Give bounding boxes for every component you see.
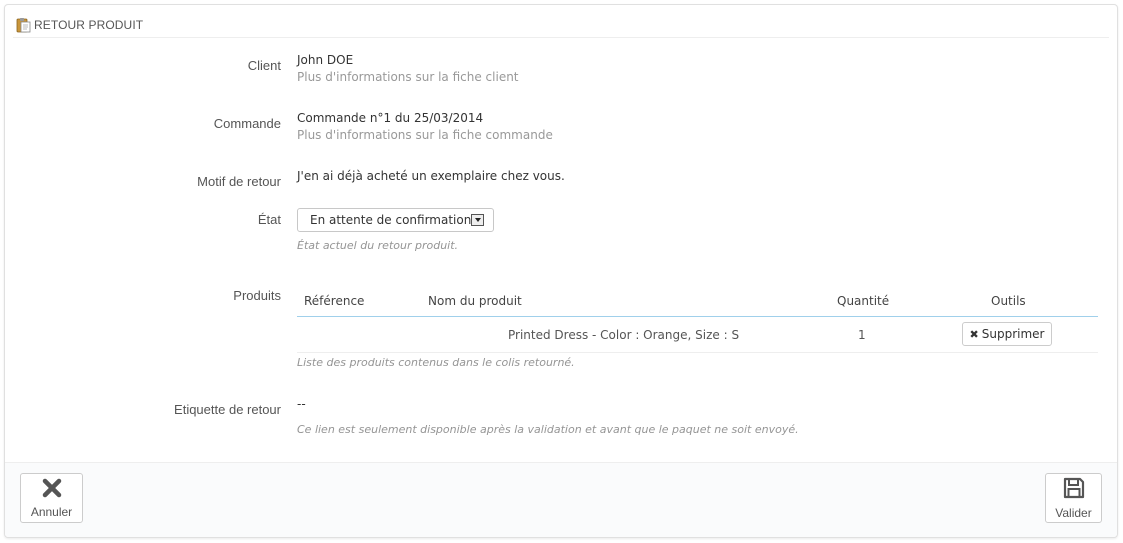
panel-title: RETOUR PRODUIT	[34, 18, 144, 32]
reason-value: J'en ai déjà acheté un exemplaire chez v…	[297, 169, 565, 183]
close-icon	[41, 477, 63, 502]
column-header-product-name: Nom du produit	[428, 294, 522, 308]
panel-heading: RETOUR PRODUIT	[13, 13, 1109, 38]
order-details-link[interactable]: Plus d'informations sur la fiche command…	[297, 128, 553, 142]
products-table-header: Référence Nom du produit Quantité Outils	[297, 288, 1098, 317]
chevron-down-icon	[471, 214, 484, 226]
return-label-value: --	[297, 397, 306, 411]
status-select[interactable]: En attente de confirmation	[297, 208, 494, 232]
client-label: Client	[247, 58, 281, 73]
product-quantity: 1	[858, 328, 866, 342]
delete-button-label: Supprimer	[981, 327, 1045, 341]
close-icon: ✖	[969, 327, 979, 341]
client-details-link[interactable]: Plus d'informations sur la fiche client	[297, 70, 519, 84]
save-button[interactable]: Valider	[1045, 473, 1102, 523]
reason-label: Motif de retour	[197, 174, 281, 189]
product-name: Printed Dress - Color : Orange, Size : S	[508, 328, 740, 342]
column-header-quantity: Quantité	[837, 294, 890, 308]
return-panel: RETOUR PRODUIT Client John DOE Plus d'in…	[4, 4, 1118, 538]
clipboard-icon	[15, 17, 31, 33]
status-label: État	[257, 212, 281, 227]
table-row: Printed Dress - Color : Orange, Size : S…	[297, 317, 1098, 353]
products-help: Liste des produits contenus dans le coli…	[297, 356, 575, 369]
status-help: État actuel du retour produit.	[297, 239, 459, 252]
save-button-label: Valider	[1055, 506, 1092, 520]
cancel-button-label: Annuler	[30, 505, 73, 519]
delete-product-button[interactable]: ✖ Supprimer	[962, 322, 1052, 346]
order-label: Commande	[213, 116, 281, 131]
order-value: Commande n°1 du 25/03/2014	[297, 111, 484, 125]
cancel-button[interactable]: Annuler	[20, 473, 83, 523]
client-name: John DOE	[297, 53, 354, 67]
return-label-help: Ce lien est seulement disponible après l…	[297, 423, 799, 436]
status-selected-value: En attente de confirmation	[310, 213, 472, 227]
save-icon	[1062, 476, 1086, 503]
column-header-tools: Outils	[991, 294, 1026, 308]
column-header-reference: Référence	[304, 294, 365, 308]
panel-footer: Annuler Valider	[5, 462, 1117, 537]
products-table: Référence Nom du produit Quantité Outils…	[297, 288, 1098, 353]
products-label: Produits	[233, 288, 281, 303]
return-label-label: Etiquette de retour	[174, 402, 281, 417]
